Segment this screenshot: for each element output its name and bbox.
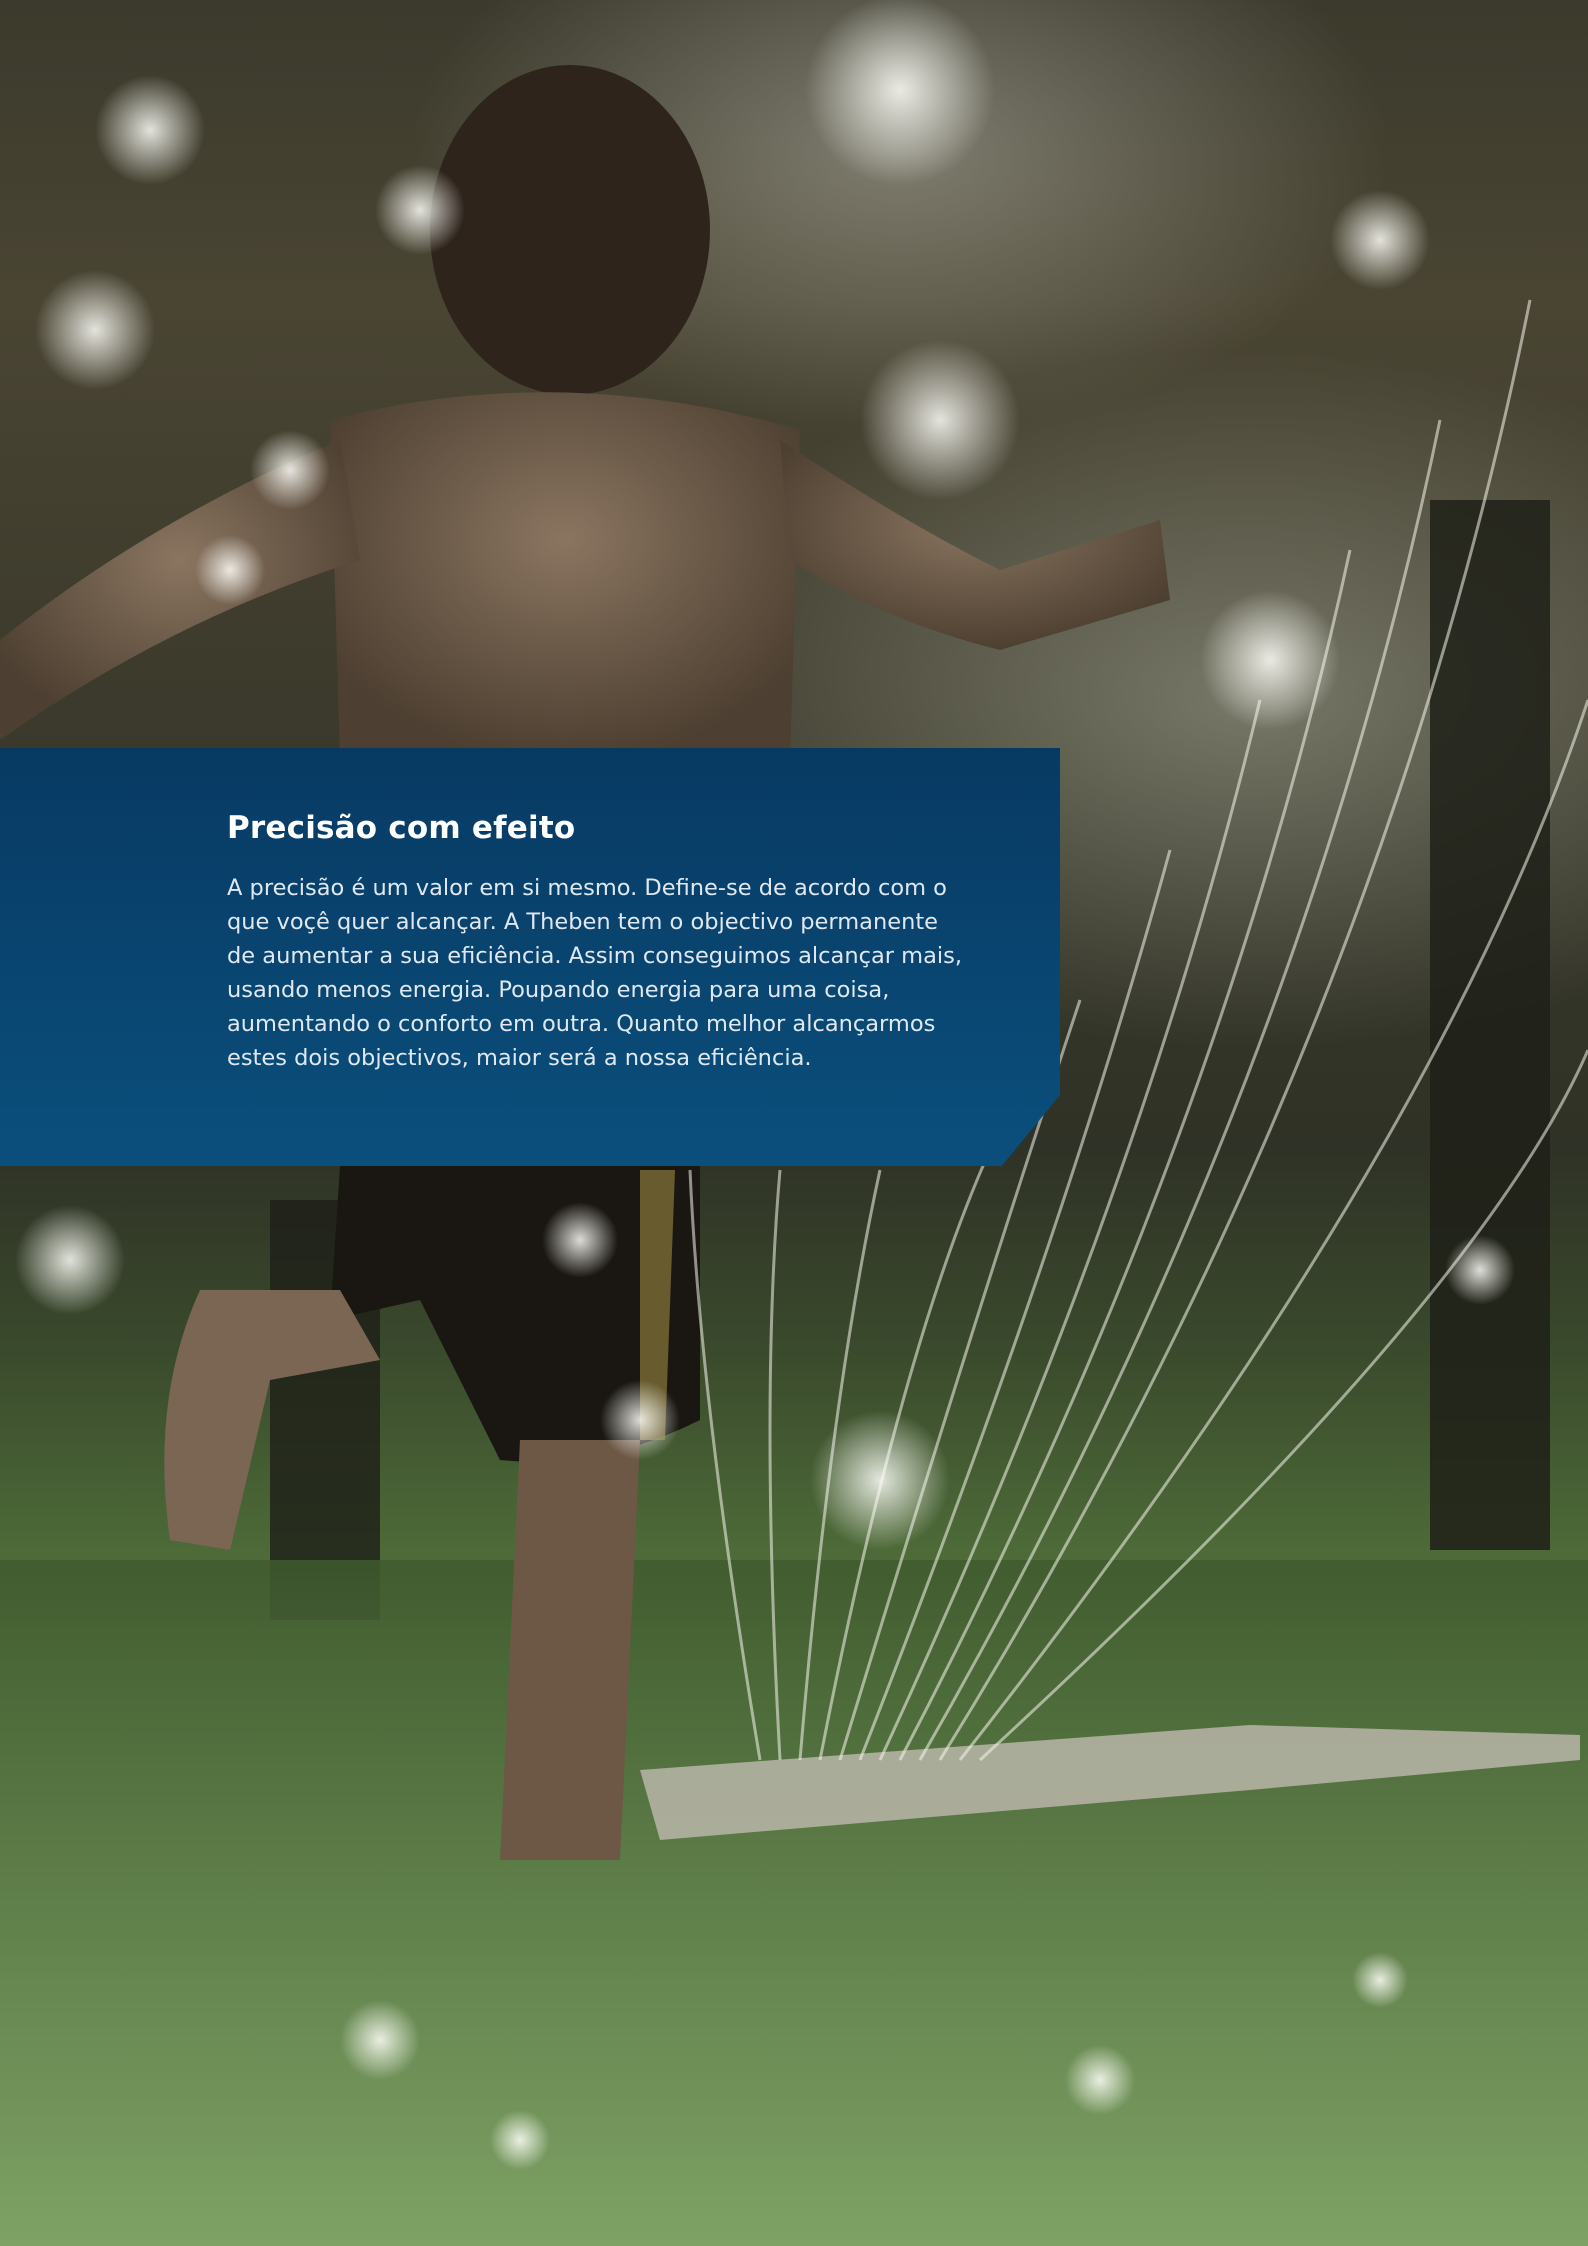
- brochure-page: Precisão com efeito A precisão é um valo…: [0, 0, 1588, 2246]
- boy-torso: [330, 392, 800, 760]
- section-title: Precisão com efeito: [227, 810, 576, 846]
- body-line: estes dois objectivos, maior será a noss…: [227, 1045, 812, 1071]
- lawn: [0, 1560, 1588, 2246]
- body-line: que voçê quer alcançar. A Theben tem o o…: [227, 909, 938, 935]
- body-line: aumentando o conforto em outra. Quanto m…: [227, 1011, 936, 1037]
- boy-head: [430, 65, 710, 395]
- body-line: usando menos energia. Poupando energia p…: [227, 977, 890, 1003]
- boy-leg-standing: [500, 1440, 640, 1860]
- body-line: de aumentar a sua eficiência. Assim cons…: [227, 943, 962, 969]
- body-line: A precisão é um valor em si mesmo. Defin…: [227, 875, 947, 901]
- section-body-text: A precisão é um valor em si mesmo. Defin…: [227, 871, 1017, 1075]
